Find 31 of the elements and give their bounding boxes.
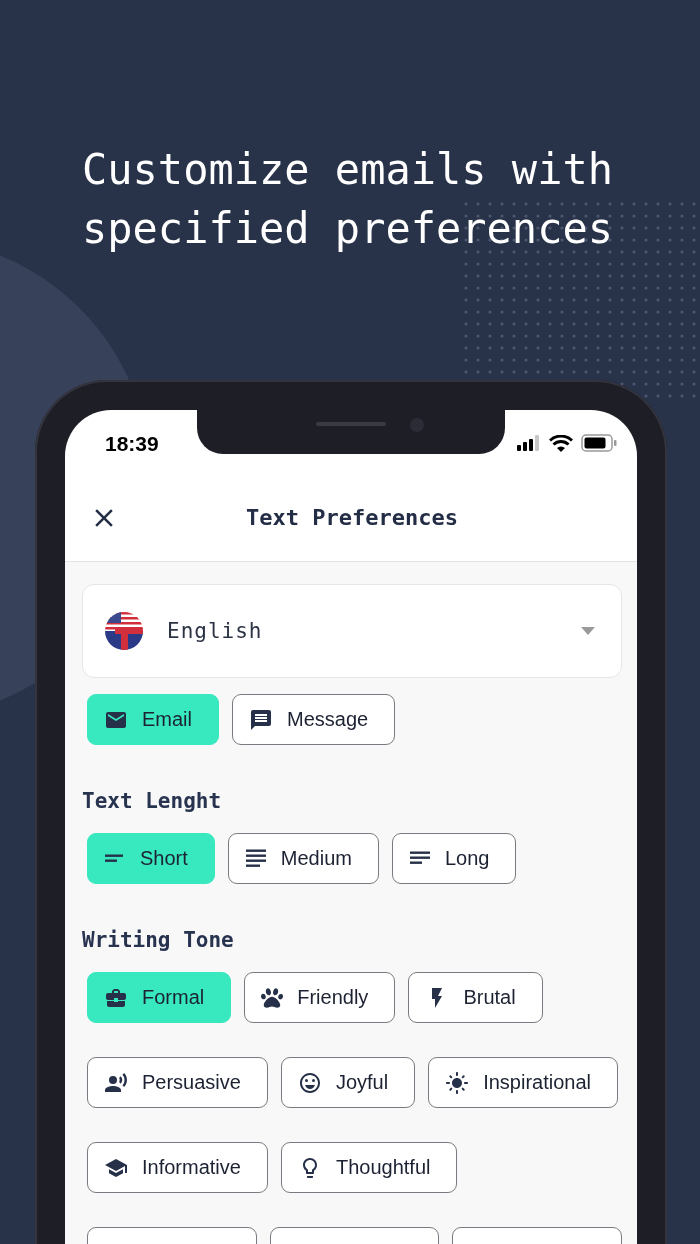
option-chip[interactable]: Joyful: [280, 1057, 416, 1108]
smiley-icon: [297, 1070, 322, 1095]
option-chip[interactable]: Brutal: [408, 972, 543, 1023]
option-chip[interactable]: Long: [391, 833, 517, 884]
medium-lines-icon: [244, 848, 267, 869]
section-title: Writing Tone: [82, 928, 235, 952]
option-chip[interactable]: Message: [232, 694, 396, 745]
headline: Customize emails with specified preferences: [82, 144, 614, 255]
signal-icon: [517, 435, 541, 451]
option-chip[interactable]: Short: [87, 833, 215, 884]
status-time: 18:39: [105, 432, 159, 456]
option-chip[interactable]: Friendly: [244, 972, 396, 1023]
option-chip[interactable]: Informative: [87, 1142, 268, 1193]
short-lines-icon: [104, 853, 126, 864]
wifi-icon: [549, 434, 573, 452]
section-title: Text Lenght: [82, 789, 223, 813]
dropdown-caret-icon: [581, 627, 595, 635]
long-lines-icon: [408, 851, 431, 866]
sun-icon: [445, 1070, 470, 1095]
option-chip[interactable]: Medium: [227, 833, 379, 884]
screen-title: Text Preferences: [245, 505, 459, 530]
option-chip[interactable]: Thoughtful: [280, 1142, 458, 1193]
option-chip[interactable]: Persuasive: [87, 1057, 268, 1108]
option-chip[interactable]: Email: [87, 694, 219, 745]
option-chip[interactable]: Formal: [87, 972, 232, 1023]
option-chip[interactable]: Inspirational: [428, 1057, 619, 1108]
battery-icon: [581, 434, 617, 452]
chat-bubble-icon: [249, 707, 273, 732]
paw-icon: [261, 986, 284, 1009]
flag-icon: [105, 612, 143, 650]
language-select[interactable]: English: [82, 584, 622, 678]
